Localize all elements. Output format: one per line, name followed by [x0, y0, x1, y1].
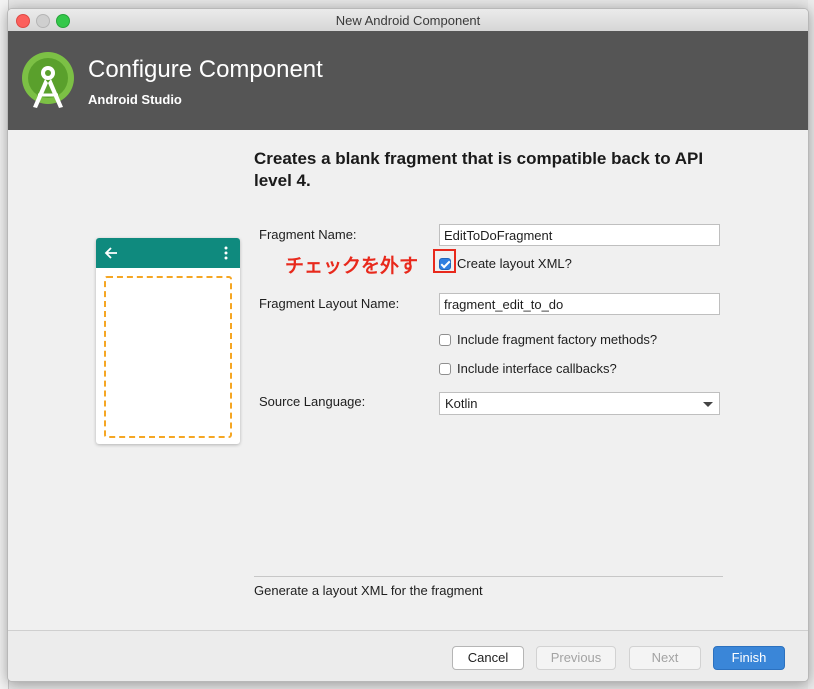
create-layout-checkbox[interactable] [439, 257, 451, 270]
help-text: Generate a layout XML for the fragment [254, 583, 483, 598]
component-description: Creates a blank fragment that is compati… [254, 149, 704, 190]
factory-methods-label: Include fragment factory methods? [457, 332, 658, 347]
interface-callbacks-label: Include interface callbacks? [457, 361, 617, 376]
chevron-down-icon [703, 402, 713, 407]
window-title: New Android Component [335, 13, 481, 28]
fragment-name-input[interactable] [439, 224, 720, 246]
annotation-text: チェックを外す [285, 256, 419, 277]
layout-name-input[interactable] [439, 293, 720, 315]
cancel-button[interactable]: Cancel [452, 646, 524, 670]
title-bar: New Android Component [8, 9, 808, 32]
preview-app-bar [96, 238, 240, 268]
back-arrow-icon [104, 247, 117, 259]
factory-methods-checkbox-row[interactable]: Include fragment factory methods? [439, 332, 657, 347]
header-banner: Configure Component Android Studio [8, 31, 808, 130]
preview-fragment-placeholder [104, 276, 232, 438]
create-layout-checkbox-row[interactable]: Create layout XML? [439, 256, 572, 271]
header-subtitle: Android Studio [88, 92, 182, 107]
interface-callbacks-checkbox[interactable] [439, 362, 451, 375]
source-language-label: Source Language: [259, 394, 366, 409]
source-language-select[interactable]: Kotlin [439, 392, 720, 415]
android-studio-logo [22, 52, 74, 108]
help-separator [254, 576, 723, 577]
button-bar: Cancel Previous Next Finish [8, 630, 808, 681]
source-language-value: Kotlin [445, 396, 478, 411]
create-layout-label: Create layout XML? [457, 256, 572, 271]
fragment-preview [96, 238, 240, 444]
next-button[interactable]: Next [629, 646, 701, 670]
interface-callbacks-checkbox-row[interactable]: Include interface callbacks? [439, 361, 617, 376]
fragment-name-label: Fragment Name: [259, 227, 357, 242]
previous-button[interactable]: Previous [536, 646, 616, 670]
factory-methods-checkbox[interactable] [439, 333, 451, 346]
header-title: Configure Component [88, 56, 323, 83]
finish-button[interactable]: Finish [713, 646, 785, 670]
content-area: Creates a blank fragment that is compati… [8, 130, 808, 630]
overflow-menu-icon [224, 246, 228, 260]
layout-name-label: Fragment Layout Name: [259, 296, 400, 311]
dialog-window: New Android Component Configure Componen… [7, 8, 809, 682]
